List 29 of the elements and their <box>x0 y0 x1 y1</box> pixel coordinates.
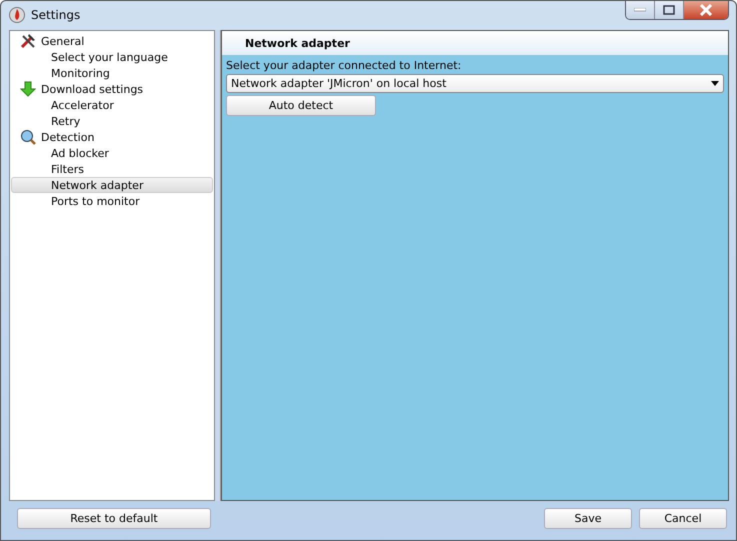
close-button[interactable] <box>684 1 728 19</box>
tree-item[interactable]: Monitoring <box>11 65 213 81</box>
adapter-dropdown[interactable]: Network adapter 'JMicron' on local host <box>226 74 724 93</box>
reset-button[interactable]: Reset to default <box>17 508 211 528</box>
tools-icon <box>20 33 36 49</box>
tree-item[interactable]: Network adapter <box>11 177 213 193</box>
field-label: Select your adapter connected to Internet: <box>226 59 462 72</box>
tree-item[interactable]: Retry <box>11 113 213 129</box>
cancel-button[interactable]: Cancel <box>639 508 727 528</box>
maximize-button[interactable] <box>655 1 684 19</box>
tree-item[interactable]: Filters <box>11 161 213 177</box>
app-icon <box>9 7 25 23</box>
tree-group[interactable]: Detection <box>41 130 94 144</box>
tree-group[interactable]: Download settings <box>41 82 144 96</box>
panel-title: Network adapter <box>245 36 350 50</box>
tree-item[interactable]: Ad blocker <box>11 145 213 161</box>
down-arrow-icon <box>20 81 36 97</box>
tree-item[interactable]: Ports to monitor <box>11 193 213 209</box>
minimize-icon <box>634 8 646 12</box>
auto-detect-button[interactable]: Auto detect <box>226 95 376 116</box>
window-title: Settings <box>31 8 80 22</box>
save-button[interactable]: Save <box>544 508 632 528</box>
maximize-icon <box>663 5 675 15</box>
tree-item[interactable]: Select your language <box>11 49 213 65</box>
dropdown-arrow-icon <box>711 81 719 86</box>
magnifier-icon <box>20 129 36 145</box>
tree-group[interactable]: General <box>41 34 84 48</box>
tree-item[interactable]: Accelerator <box>11 97 213 113</box>
close-icon <box>699 4 713 16</box>
